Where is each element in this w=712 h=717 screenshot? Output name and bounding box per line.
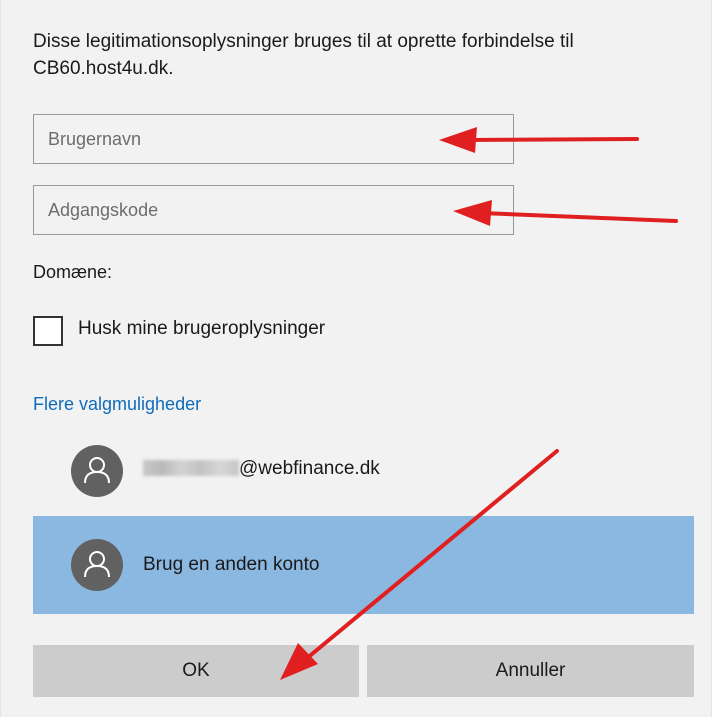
account-label: Brug en anden konto — [143, 554, 320, 575]
remember-checkbox[interactable] — [33, 316, 63, 346]
account-email: @webfinance.dk — [143, 458, 380, 480]
person-icon — [71, 445, 123, 497]
username-input[interactable] — [33, 114, 514, 164]
account-item-other[interactable]: Brug en anden konto — [33, 516, 694, 614]
domain-label: Domæne: — [33, 262, 113, 282]
remember-checkbox-label[interactable]: Husk mine brugeroplysninger — [78, 318, 325, 340]
dialog-description: Disse legitimationsoplysninger bruges ti… — [33, 31, 574, 79]
ok-button[interactable]: OK — [33, 645, 359, 697]
credentials-dialog: Disse legitimationsoplysninger bruges ti… — [0, 0, 712, 717]
more-options-link[interactable]: Flere valgmuligheder — [33, 394, 201, 415]
redacted-username — [143, 460, 239, 476]
account-email-suffix: @webfinance.dk — [239, 458, 380, 479]
account-item-webfinance[interactable]: @webfinance.dk — [33, 436, 694, 502]
person-icon — [71, 539, 123, 591]
cancel-button[interactable]: Annuller — [367, 645, 694, 697]
password-input[interactable] — [33, 185, 514, 235]
